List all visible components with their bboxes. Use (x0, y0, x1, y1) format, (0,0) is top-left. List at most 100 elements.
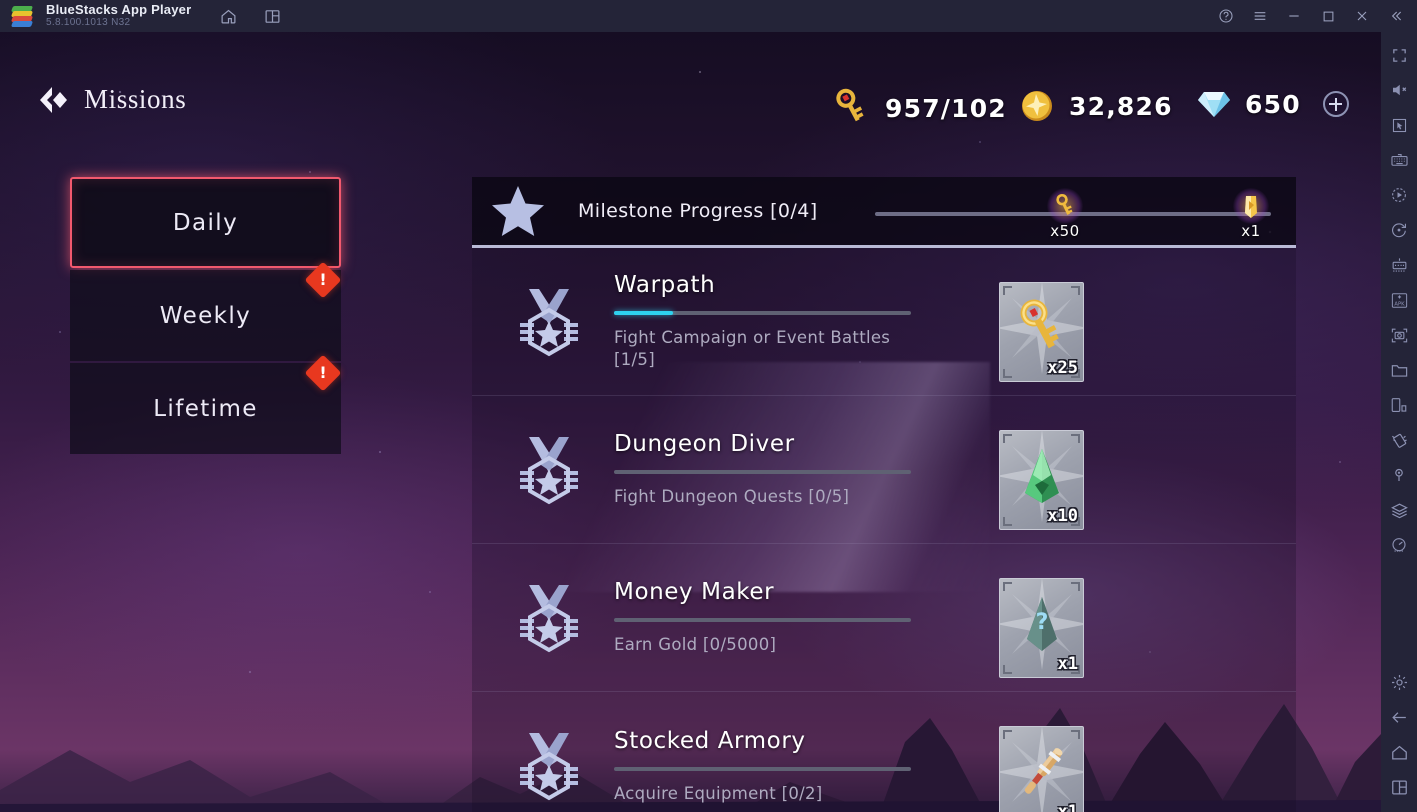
mission-progress-track (614, 618, 911, 623)
mission-body: Dungeon Diver Fight Dungeon Quests [0/5] (614, 431, 914, 508)
mission-body: Warpath Fight Campaign or Event Battles … (614, 272, 914, 371)
mission-progress-track (614, 470, 911, 475)
svg-text:APK: APK (1394, 301, 1405, 307)
help-icon[interactable] (1211, 1, 1241, 31)
reward-quantity: x1 (1057, 802, 1078, 812)
green-gem-icon (1024, 449, 1059, 504)
medal-icon (520, 584, 578, 652)
mission-progress-track (614, 766, 911, 771)
page-title: Missions (84, 84, 187, 114)
mystery-gem-icon: ? (1026, 597, 1057, 652)
reward-card[interactable]: x1 (999, 726, 1084, 812)
mission-row[interactable]: Stocked Armory Acquire Equipment [0/2] x… (472, 692, 1296, 812)
medal-icon (520, 288, 578, 356)
mission-progress-fill (614, 311, 674, 316)
back-icon[interactable] (1384, 702, 1414, 732)
mission-tabs: Daily Weekly ! Lifetime ! (70, 177, 342, 456)
home-icon[interactable] (213, 1, 243, 31)
back-button[interactable] (36, 84, 70, 116)
milestone-node-1[interactable]: x50 (1035, 188, 1095, 240)
bluestacks-window: BlueStacks App Player 5.8.100.1013 N32 M… (0, 0, 1417, 812)
screenshot-icon[interactable] (1384, 320, 1414, 350)
mission-name: Dungeon Diver (614, 431, 795, 458)
medal-icon (520, 436, 578, 504)
add-gems-button[interactable] (1322, 91, 1349, 117)
game-viewport: Missions 957/102 32,826 650 Daily Weekly… (0, 32, 1381, 812)
tab-lifetime[interactable]: Lifetime ! (70, 354, 342, 454)
mission-row[interactable]: Money Maker Earn Gold [0/5000] ? x1 (472, 544, 1296, 692)
currency-gems: 650 (1196, 87, 1349, 121)
reward-quantity: x10 (1047, 506, 1078, 526)
currency-gold: 32,826 (1018, 87, 1173, 125)
home-icon[interactable] (1384, 737, 1414, 767)
settings-icon[interactable] (1384, 667, 1414, 697)
milestone-node-1-qty: x50 (1050, 222, 1080, 240)
keyboard-icon[interactable] (1384, 145, 1414, 175)
reward-card[interactable]: x25 (999, 282, 1084, 382)
multi-instance-icon[interactable] (257, 1, 287, 31)
mission-name: Warpath (614, 272, 716, 299)
window-title-group: BlueStacks App Player 5.8.100.1013 N32 (46, 3, 191, 28)
gold-key-icon (1020, 299, 1059, 349)
eco-mode-icon[interactable] (1384, 530, 1414, 560)
reward-quantity: x1 (1057, 654, 1078, 674)
key-icon (836, 88, 864, 122)
milestone-node-2[interactable]: x1 (1221, 188, 1281, 240)
shake-icon[interactable] (1384, 425, 1414, 455)
scroll-icon (1233, 188, 1269, 224)
tab-lifetime-alert-mark: ! (319, 363, 327, 382)
recents-icon[interactable] (1384, 772, 1414, 802)
mission-name: Stocked Armory (614, 727, 806, 754)
rotate-icon[interactable] (1384, 215, 1414, 245)
coin-icon (1022, 91, 1052, 121)
cursor-icon[interactable] (1384, 110, 1414, 140)
macro-record-icon[interactable] (1384, 180, 1414, 210)
tab-lifetime-label: Lifetime (153, 395, 258, 422)
tab-weekly-alert-badge: ! (304, 261, 342, 299)
bluestacks-logo-icon (10, 4, 34, 28)
fullscreen-icon[interactable] (1384, 40, 1414, 70)
mission-row[interactable]: Dungeon Diver Fight Dungeon Quests [0/5] (472, 396, 1296, 544)
mission-description: Earn Gold [0/5000] (614, 635, 777, 655)
minimize-icon[interactable] (1279, 1, 1309, 31)
layers-icon[interactable] (1384, 495, 1414, 525)
close-icon[interactable] (1347, 1, 1377, 31)
mission-description: Fight Campaign or Event Battles [1/5] (614, 328, 891, 369)
reward-card[interactable]: ? x1 (999, 578, 1084, 678)
tab-daily[interactable]: Daily (70, 177, 341, 268)
app-title: BlueStacks App Player (46, 2, 192, 18)
currency-gems-value: 650 (1245, 89, 1301, 119)
multi-instance-sync-icon[interactable] (1384, 250, 1414, 280)
reward-card[interactable]: x10 (999, 430, 1084, 530)
mission-description: Fight Dungeon Quests [0/5] (614, 487, 850, 507)
mission-row[interactable]: Warpath Fight Campaign or Event Battles … (472, 248, 1296, 396)
back-arrow-icon (40, 87, 67, 113)
reward-quantity: x25 (1047, 358, 1078, 378)
location-icon[interactable] (1384, 460, 1414, 490)
mission-description: Acquire Equipment [0/2] (614, 783, 823, 803)
collapse-icon[interactable] (1381, 1, 1411, 31)
diamond-icon (1198, 92, 1230, 117)
mission-progress-track (614, 311, 911, 316)
mission-panel: Milestone Progress [0/4] x50 x1 Warpath … (472, 177, 1296, 812)
mute-icon[interactable] (1384, 75, 1414, 105)
folder-icon[interactable] (1384, 355, 1414, 385)
currency-keys-value: 957/102 (885, 93, 1007, 123)
star-icon (492, 186, 544, 236)
mission-body: Money Maker Earn Gold [0/5000] (614, 579, 914, 656)
milestone-node-2-qty: x1 (1241, 222, 1261, 240)
maximize-icon[interactable] (1313, 1, 1343, 31)
window-titlebar: BlueStacks App Player 5.8.100.1013 N32 (0, 0, 1417, 32)
titlebar-quick-icons (213, 1, 287, 31)
milestone-progress-row: Milestone Progress [0/4] x50 x1 (472, 177, 1296, 248)
mission-name: Money Maker (614, 579, 775, 606)
install-apk-icon[interactable]: APK (1384, 285, 1414, 315)
tab-weekly[interactable]: Weekly ! (70, 261, 342, 361)
medal-icon (520, 733, 578, 801)
mission-body: Stocked Armory Acquire Equipment [0/2] (614, 728, 914, 805)
screen-split-icon[interactable] (1384, 390, 1414, 420)
tab-lifetime-alert-badge: ! (304, 354, 342, 392)
menu-icon[interactable] (1245, 1, 1275, 31)
tab-weekly-alert-mark: ! (319, 270, 327, 289)
game-header: Missions 957/102 32,826 650 (0, 32, 1381, 132)
